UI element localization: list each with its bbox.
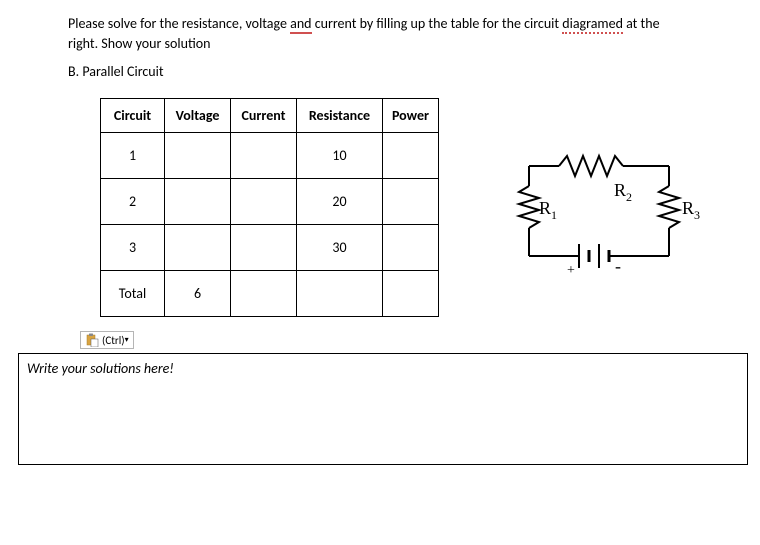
q-and: and	[290, 15, 311, 34]
cell-resistance: 30	[297, 225, 383, 271]
header-voltage: Voltage	[165, 99, 231, 133]
cell-circuit: 3	[101, 225, 165, 271]
cell-voltage[interactable]	[165, 179, 231, 225]
clipboard-icon	[85, 333, 99, 347]
cell-power[interactable]	[383, 133, 439, 179]
table-row: Total 6	[101, 271, 439, 317]
cell-power[interactable]	[383, 271, 439, 317]
cell-power[interactable]	[383, 179, 439, 225]
cell-power[interactable]	[383, 225, 439, 271]
solution-textarea[interactable]: Write your solutions here!	[18, 353, 748, 465]
cell-resistance: 10	[297, 133, 383, 179]
cell-current[interactable]	[231, 179, 297, 225]
section-label: B. Parallel Circuit	[68, 63, 760, 80]
cell-circuit: Total	[101, 271, 165, 317]
cell-current[interactable]	[231, 271, 297, 317]
header-power: Power	[383, 99, 439, 133]
chevron-down-icon: ▾	[125, 335, 129, 345]
cell-current[interactable]	[231, 133, 297, 179]
q-diagramed: diagramed	[562, 15, 623, 34]
table-row: 1 10	[101, 133, 439, 179]
circuit-table: Circuit Voltage Current Resistance Power…	[100, 98, 439, 317]
r3-label: R3	[682, 198, 700, 222]
cell-circuit: 2	[101, 179, 165, 225]
battery-minus: -	[615, 256, 621, 276]
q-part: current by filling up the table for the …	[312, 15, 563, 32]
cell-resistance: 20	[297, 179, 383, 225]
q-part: Please solve for the resistance, voltage	[68, 15, 290, 32]
cell-resistance[interactable]	[297, 271, 383, 317]
cell-voltage: 6	[165, 271, 231, 317]
header-resistance: Resistance	[297, 99, 383, 133]
cell-current[interactable]	[231, 225, 297, 271]
paste-options-button[interactable]: (Ctrl) ▾	[80, 331, 134, 349]
ctrl-label: (Ctrl)	[102, 334, 125, 347]
r1-label: R1	[539, 198, 557, 222]
table-header-row: Circuit Voltage Current Resistance Power	[101, 99, 439, 133]
question-text: Please solve for the resistance, voltage…	[68, 14, 728, 53]
q-part: at the	[623, 15, 660, 32]
q-line2: right. Show your solution	[68, 35, 211, 52]
table-row: 2 20	[101, 179, 439, 225]
circuit-diagram: R1 R2 R3 + -	[499, 146, 709, 300]
cell-voltage[interactable]	[165, 133, 231, 179]
header-current: Current	[231, 99, 297, 133]
battery-plus: +	[567, 263, 575, 278]
solution-placeholder: Write your solutions here!	[27, 360, 174, 377]
cell-voltage[interactable]	[165, 225, 231, 271]
table-row: 3 30	[101, 225, 439, 271]
header-circuit: Circuit	[101, 99, 165, 133]
r2-label: R2	[614, 180, 632, 204]
cell-circuit: 1	[101, 133, 165, 179]
